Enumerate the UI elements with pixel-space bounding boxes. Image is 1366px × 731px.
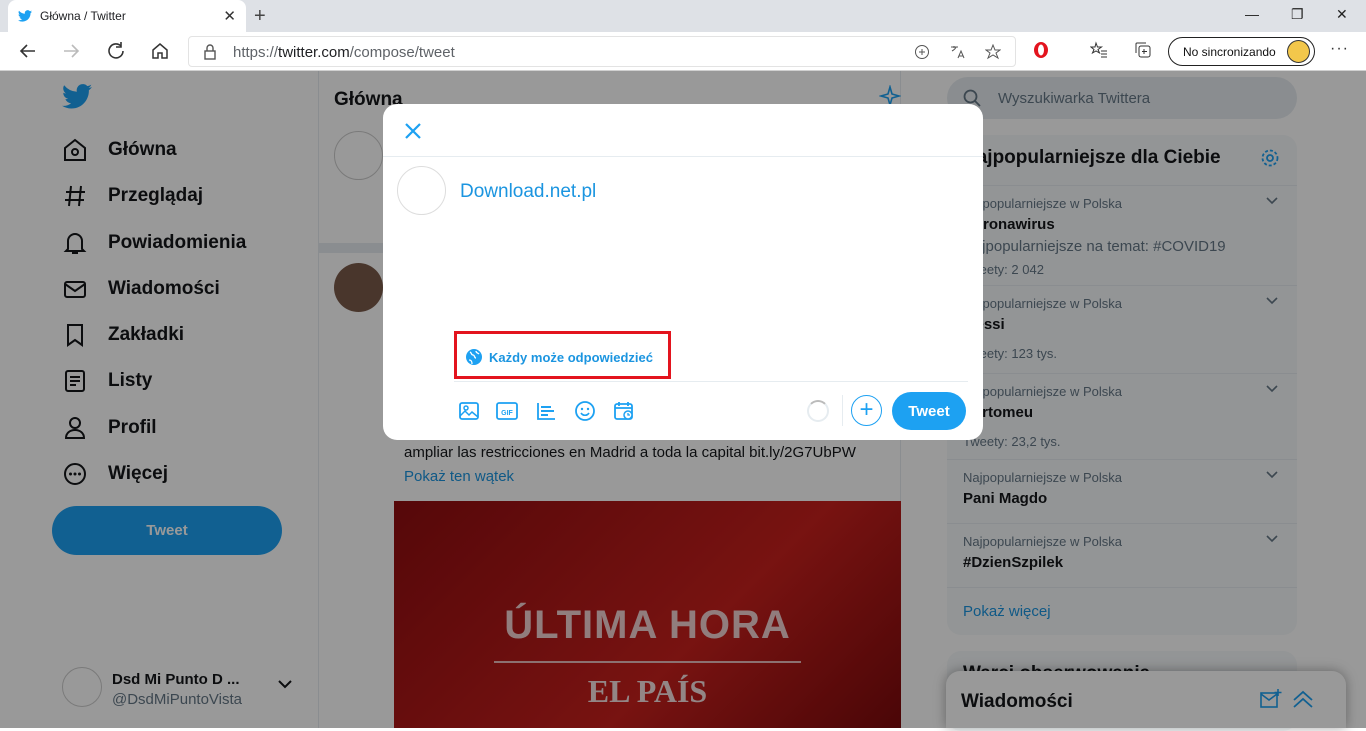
add-icon[interactable] [914,44,930,60]
collections-icon[interactable] [1134,41,1152,59]
url-prefix: https:// [233,44,279,61]
translate-icon[interactable] [949,44,965,60]
url-host: twitter.com [278,44,350,61]
svg-text:GIF: GIF [501,410,513,417]
avatar [397,166,446,215]
address-bar[interactable]: https://twitter.com/compose/tweet [188,36,1016,67]
close-icon[interactable] [403,121,423,141]
browser-tab[interactable]: Główna / Twitter ✕ [8,0,246,32]
back-icon[interactable] [18,41,38,61]
image-icon[interactable] [458,400,480,422]
schedule-icon[interactable] [613,400,635,422]
compose-textarea[interactable]: Download.net.pl [460,181,596,203]
gif-icon[interactable]: GIF [495,400,519,422]
reply-setting-highlight[interactable]: Każdy może odpowiedzieć [454,331,671,379]
add-tweet-button[interactable]: + [851,395,882,426]
opera-icon[interactable] [1032,41,1050,59]
browser-toolbar: https://twitter.com/compose/tweet No sin… [0,32,1366,71]
minimize-icon[interactable]: — [1245,6,1259,22]
close-tab-icon[interactable]: ✕ [223,7,236,25]
compose-tweet-dialog: Download.net.pl Każdy może odpowiedzieć … [383,104,983,440]
divider [454,381,968,382]
tweet-button[interactable]: Tweet [892,392,966,430]
globe-icon [466,349,482,365]
twitter-favicon-icon [18,10,32,22]
sync-profile-button[interactable]: No sincronizando [1168,37,1315,66]
close-window-icon[interactable]: ✕ [1336,6,1348,23]
character-counter [807,400,829,422]
tab-title: Główna / Twitter [40,9,126,23]
url-path: /compose/tweet [349,44,455,61]
favorites-icon[interactable] [1090,41,1108,59]
profile-avatar [1287,40,1310,63]
forward-icon[interactable] [61,41,81,61]
more-options-icon[interactable]: ··· [1330,40,1349,58]
favorite-star-icon[interactable] [985,44,1001,60]
sync-label: No sincronizando [1183,44,1276,59]
url-text: https://twitter.com/compose/tweet [233,44,455,61]
reply-setting-label: Każdy może odpowiedzieć [489,350,653,365]
emoji-icon[interactable] [574,400,596,422]
divider [383,156,983,157]
restore-icon[interactable]: ❐ [1291,6,1304,23]
lock-icon [204,44,216,60]
poll-icon[interactable] [535,400,557,422]
new-tab-icon[interactable]: + [254,5,266,28]
home-browser-icon[interactable] [150,41,170,61]
tab-strip: Główna / Twitter ✕ + — ❐ ✕ [0,0,1366,32]
refresh-icon[interactable] [106,41,126,61]
divider [842,395,843,426]
